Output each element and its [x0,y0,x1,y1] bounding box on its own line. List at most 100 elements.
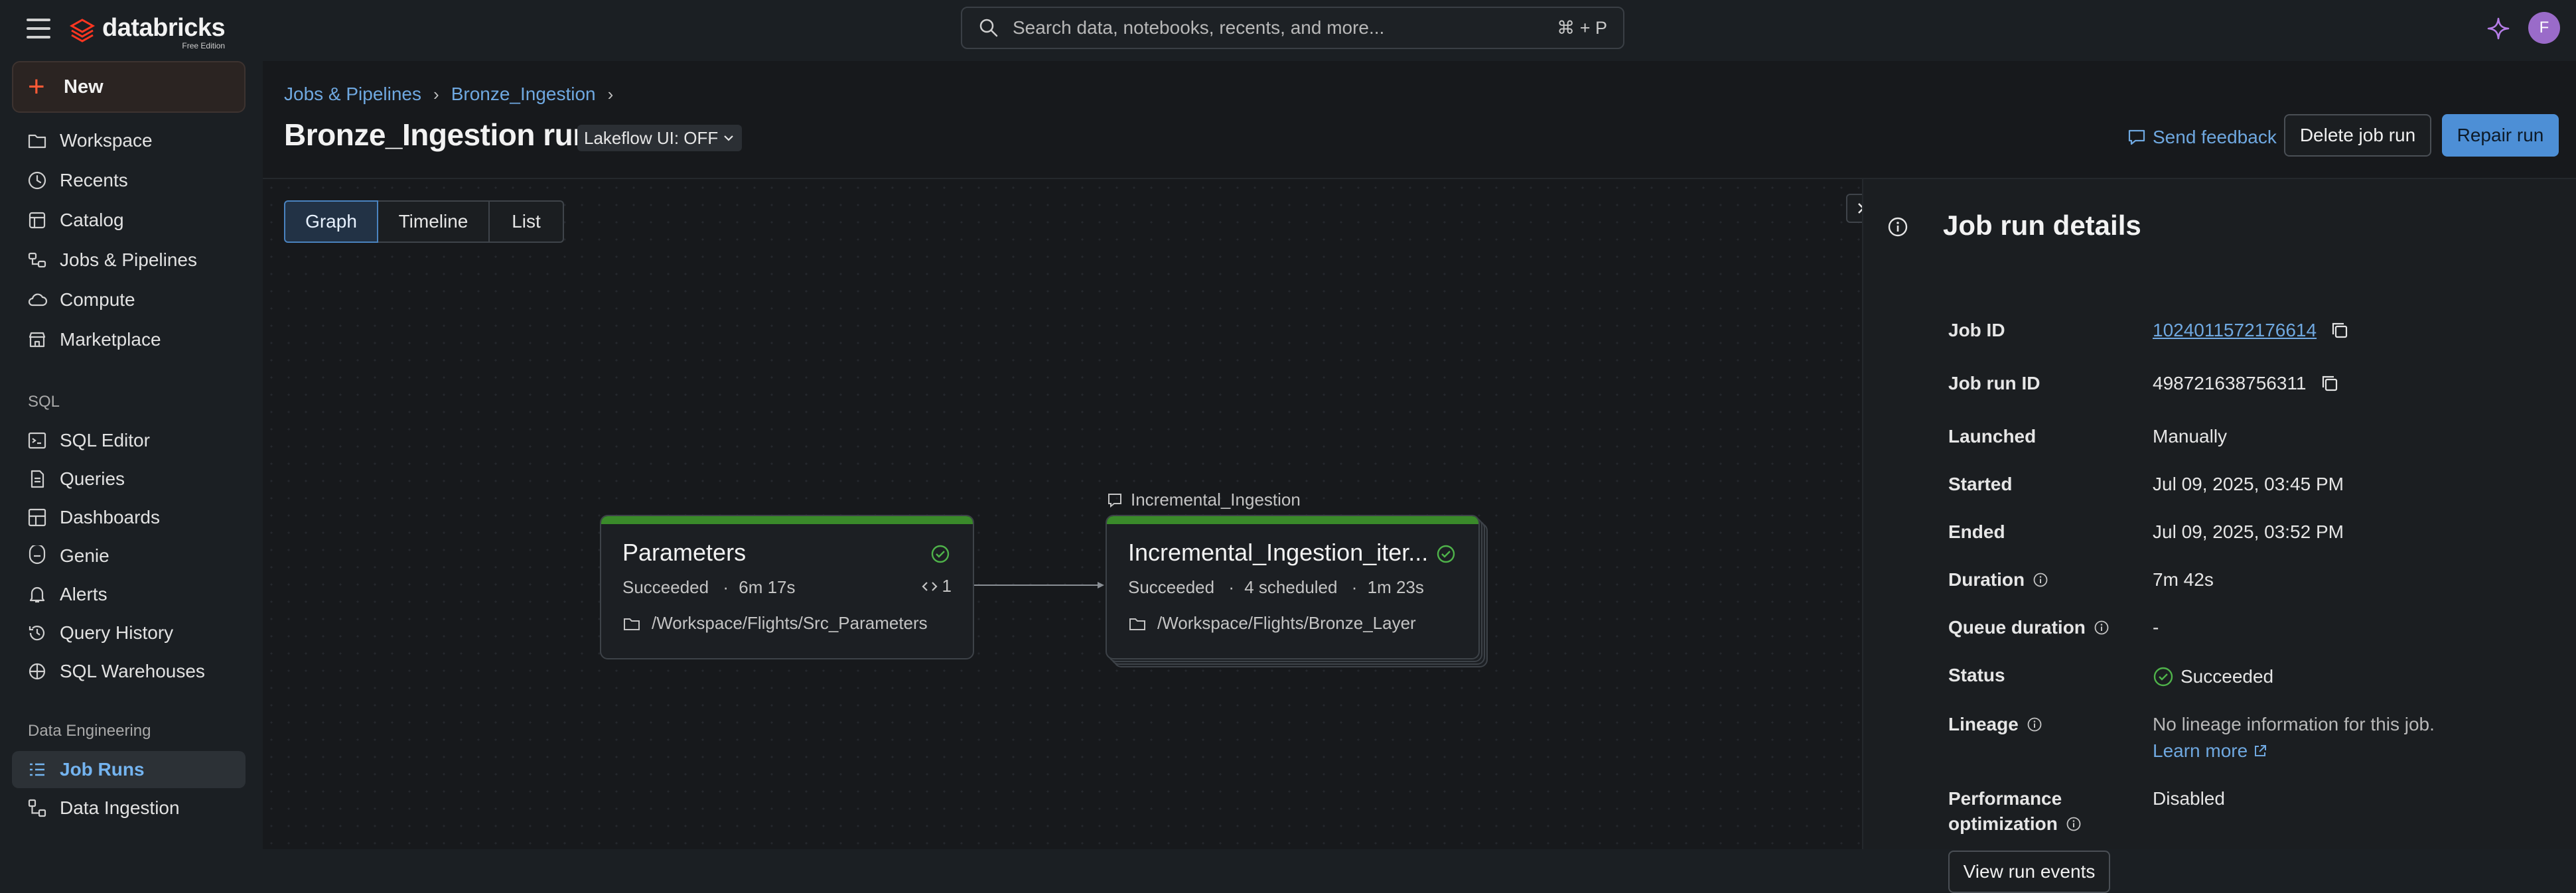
sidebar-item-alerts[interactable]: Alerts [12,576,246,613]
view-run-events-button[interactable]: View run events [1948,851,2110,893]
sidebar-item-jobs-pipelines[interactable]: Jobs & Pipelines [12,241,246,279]
sidebar-item-job-runs[interactable]: Job Runs [12,751,246,788]
top-bar: databricks Free Edition ⌘ + P F [0,0,2576,61]
sidebar-item-label: Catalog [60,210,124,230]
sidebar-item-label: Data Ingestion [60,797,180,818]
info-icon[interactable] [2033,572,2048,588]
search-icon [979,19,998,37]
sidebar-item-query-history[interactable]: Query History [12,614,246,652]
lineage-text: No lineage information for this job. [2153,714,2435,734]
sidebar-item-label: Workspace [60,130,153,151]
learn-more-text: Learn more [2153,740,2248,761]
sidebar-item-recents[interactable]: Recents [12,162,246,199]
queue-duration-value: - [2153,617,2159,638]
task-card-parameters[interactable]: Parameters Succeeded · 6m 17s 1 /Workspa… [600,515,974,659]
sidebar-item-data-ingestion[interactable]: Data Ingestion [12,790,246,827]
lakeflow-ui-toggle[interactable]: Lakeflow UI: OFF [577,125,743,151]
performance-optimization-label: Performance optimization [1948,788,2082,835]
search-shortcut: ⌘ + P [1557,17,1607,38]
folder-icon [1129,618,1145,630]
jobs-icon [28,252,46,268]
sidebar-item-label: Marketplace [60,329,161,350]
view-tabs: Graph Timeline List [284,200,564,243]
sidebar-item-marketplace[interactable]: Marketplace [12,321,246,358]
cloud-icon [28,293,48,307]
lineage-label-text: Lineage [1948,714,2019,734]
duration-value: 7m 42s [2153,569,2214,590]
job-run-details-panel: Job run details Job ID 1024011572176614 … [1863,179,2576,893]
user-avatar[interactable]: F [2528,12,2560,44]
info-icon[interactable] [2094,620,2110,636]
task-status-bar [601,516,973,524]
sidebar-item-queries[interactable]: Queries [12,460,246,498]
duration-label-text: Duration [1948,569,2025,590]
sidebar-item-dashboards[interactable]: Dashboards [12,499,246,536]
menu-icon[interactable] [27,19,50,38]
info-icon[interactable] [2066,816,2082,832]
launched-label: Launched [1948,426,2037,446]
page-title: Bronze_Ingestion run [284,117,591,152]
search-bar[interactable]: ⌘ + P [961,7,1624,49]
sidebar-item-label: Alerts [60,584,107,604]
sidebar-item-label: Compute [60,289,135,310]
dashboard-icon [28,508,46,527]
sidebar-item-label: Genie [60,545,109,566]
lineage-value: No lineage information for this job. Lea… [2153,714,2435,762]
started-value: Jul 09, 2025, 03:45 PM [2153,474,2344,494]
sidebar-item-label: SQL Editor [60,430,150,450]
assistant-sparkle-icon[interactable] [2486,16,2511,41]
copy-icon[interactable] [2330,320,2350,340]
plus-icon: + [28,70,45,103]
databricks-logo[interactable]: databricks Free Edition [69,14,226,52]
job-run-id-label: Job run ID [1948,373,2040,393]
tab-list[interactable]: List [488,200,564,243]
task-status-bar [1107,516,1478,524]
task-status: Succeeded [622,577,709,597]
brand-name: databricks [102,14,226,42]
job-run-id-text: 498721638756311 [2153,373,2307,393]
task-duration: 6m 17s [739,577,796,597]
sidebar-item-workspace[interactable]: Workspace [12,122,246,159]
delete-job-run-button[interactable]: Delete job run [2284,114,2431,157]
breadcrumb-bronze-ingestion[interactable]: Bronze_Ingestion [451,84,596,105]
launched-value: Manually [2153,426,2228,446]
send-feedback-label: Send feedback [2153,127,2277,147]
tab-graph[interactable]: Graph [284,200,378,243]
param-count: 1 [942,576,952,596]
search-input[interactable] [1011,17,1557,39]
ingestion-icon [28,799,46,817]
task-path-text: /Workspace/Flights/Src_Parameters [652,613,928,633]
job-id-label: Job ID [1948,320,2005,340]
status-text: Succeeded [2181,666,2274,687]
send-feedback-link[interactable]: Send feedback [2126,121,2277,154]
status-label: Status [1948,665,2005,685]
info-icon[interactable] [2027,717,2042,732]
sidebar-item-label: Jobs & Pipelines [60,249,198,270]
check-circle-icon [1437,545,1455,563]
breadcrumb-jobs-pipelines[interactable]: Jobs & Pipelines [284,84,421,105]
tab-timeline[interactable]: Timeline [377,200,490,243]
learn-more-link[interactable]: Learn more [2153,740,2267,762]
main-content: Jobs & Pipelines › Bronze_Ingestion › Br… [263,61,2576,893]
ended-value: Jul 09, 2025, 03:52 PM [2153,521,2344,542]
task-status: Succeeded [1128,577,1215,597]
repair-run-button[interactable]: Repair run [2442,114,2559,157]
job-id-link[interactable]: 1024011572176614 [2153,320,2317,341]
query-icon [31,470,44,488]
job-run-id-value: 498721638756311 [2153,373,2340,394]
copy-icon[interactable] [2320,374,2340,393]
task-card-incremental-ingestion[interactable]: Incremental_Ingestion_iter... Succeeded … [1106,515,1480,659]
sidebar-item-catalog[interactable]: Catalog [12,202,246,239]
brand-edition: Free Edition [182,41,226,50]
genie-icon [29,545,46,565]
sidebar-item-sql-editor[interactable]: SQL Editor [12,422,246,459]
folder-icon [624,618,640,630]
sidebar-item-sql-warehouses[interactable]: SQL Warehouses [12,653,246,690]
sidebar-item-genie[interactable]: Genie [12,537,246,575]
breadcrumb: Jobs & Pipelines › Bronze_Ingestion › [284,84,625,105]
new-button[interactable]: + New [12,61,246,113]
run-graph-canvas[interactable]: Graph Timeline List Parameters Succeeded… [263,179,1875,849]
sidebar-item-compute[interactable]: Compute [12,281,246,318]
status-value: Succeeded [2153,666,2273,687]
lineage-label: Lineage [1948,714,2042,735]
